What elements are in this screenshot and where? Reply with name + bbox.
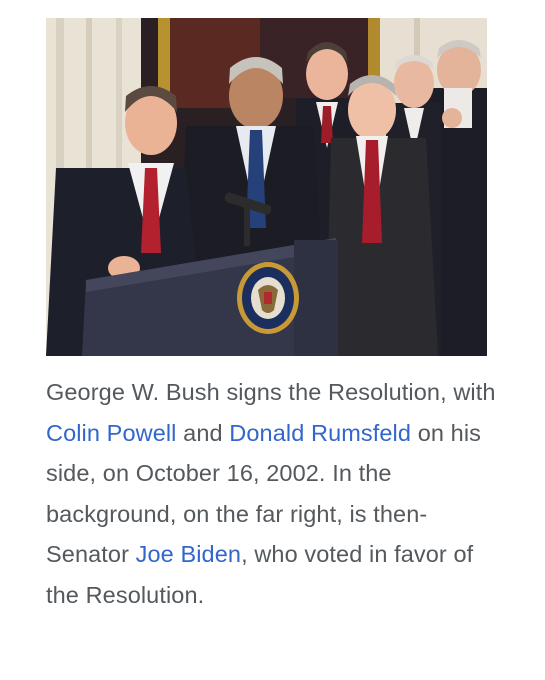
image-caption: George W. Bush signs the Resolution, wit… [46,372,506,615]
photo-image[interactable] [46,18,487,356]
presidential-seal [237,262,299,334]
link-colin-powell[interactable]: Colin Powell [46,420,177,446]
photo-figure[interactable] [46,18,487,356]
caption-text-1: George W. Bush signs the Resolution, wit… [46,379,496,405]
caption-text-2: and [176,419,230,446]
link-joe-biden[interactable]: Joe Biden [136,541,241,567]
link-donald-rumsfeld[interactable]: Donald Rumsfeld [229,420,411,446]
